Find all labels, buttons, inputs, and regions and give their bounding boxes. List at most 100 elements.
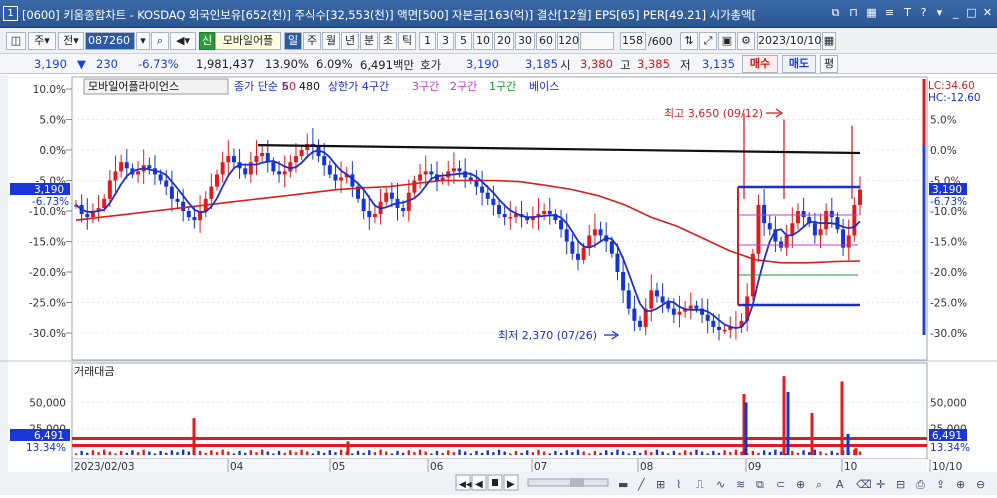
interval-20[interactable]: 20 (494, 32, 514, 50)
vol-cur-left: 6,491 (34, 430, 64, 442)
line-tool-icon[interactable]: ▬ (618, 478, 628, 491)
candlestick-chart[interactable]: 10.0%5.0%0.0%-5.0%-10.0%-15.0%-20.0%-25.… (0, 75, 997, 495)
code-dropdown-icon[interactable]: ▾ (136, 32, 150, 50)
close-icon[interactable]: ✕ (980, 5, 995, 20)
tab-week[interactable]: 주 (303, 32, 321, 50)
scroll-thumb[interactable] (570, 478, 584, 487)
date-input[interactable]: 2023/10/10 (757, 32, 821, 50)
vol-tick-left: 50,000 (29, 397, 66, 409)
interval-120[interactable]: 120 (557, 32, 579, 50)
save-icon[interactable]: ▣ (718, 32, 736, 50)
tab-day[interactable]: 일 (284, 32, 302, 50)
code-input[interactable]: 087260 (85, 32, 135, 50)
next-icon: ▶ (507, 479, 515, 490)
interval-10[interactable]: 10 (473, 32, 493, 50)
tab-month[interactable]: 월 (322, 32, 340, 50)
volume-bar (830, 450, 833, 455)
volume-bar (385, 451, 388, 455)
candle-body (192, 217, 197, 221)
volume-bar (509, 453, 512, 455)
chart-toggle-icon[interactable]: ⤢ (699, 32, 717, 50)
pin-icon[interactable]: ⊓ (846, 5, 861, 20)
panel-icon[interactable]: ◫ (6, 32, 26, 50)
candle-body (226, 156, 231, 163)
restore-icon[interactable]: ⧉ (828, 5, 843, 20)
period-select[interactable]: 전▾ (58, 32, 84, 50)
y-tick-left: 0.0% (39, 145, 66, 157)
zoom-icon[interactable]: ⌕ (816, 478, 822, 491)
volume-bar (435, 450, 439, 455)
eval-button[interactable]: 평 (820, 55, 838, 73)
zoom-in-icon[interactable]: ⊕ (956, 478, 965, 491)
volume-bar (858, 451, 862, 455)
volume-bar (514, 450, 518, 455)
pointer-icon[interactable]: ⊕ (796, 478, 805, 491)
tab-minute[interactable]: 분 (360, 32, 378, 50)
erase-icon[interactable]: ⌫ (856, 478, 872, 491)
fib-tool-icon[interactable]: ⊞ (656, 478, 665, 491)
buy-button[interactable]: 매수 (742, 55, 778, 73)
volume-bar (762, 450, 766, 455)
chart-area[interactable]: 10.0% 5.0% 0.0% -5.0% -10.0% -15.0% -20.0% -25.… (0, 75, 997, 495)
new-badge[interactable]: 신 (199, 32, 215, 50)
volume-bar (819, 451, 822, 455)
compare-icon[interactable]: ⇅ (680, 32, 698, 50)
maximize-icon[interactable]: □ (964, 5, 979, 20)
candle-body (716, 326, 721, 330)
chart-type-icon[interactable]: ⌇ (676, 478, 681, 491)
magnet-icon[interactable]: ⊂ (776, 478, 785, 491)
scroll-track[interactable] (527, 478, 609, 487)
calendar-icon[interactable]: ▦ (822, 32, 836, 50)
dropdown-icon[interactable]: ▾ (932, 5, 947, 20)
candle-body (694, 305, 699, 309)
sell-button[interactable]: 매도 (782, 55, 816, 73)
volume-bar (503, 451, 506, 455)
interval-1[interactable]: 1 (419, 32, 436, 50)
tab-tick[interactable]: 틱 (398, 32, 416, 50)
help-icon[interactable]: ? (916, 5, 931, 20)
speaker-icon[interactable]: ◀▾ (170, 32, 196, 50)
candle-body (609, 241, 614, 254)
candle-body (282, 171, 287, 175)
zoom-out-icon[interactable]: ⊖ (976, 478, 985, 491)
type-select[interactable]: 주▾ (28, 32, 56, 50)
search-icon[interactable]: ⌕ (151, 32, 169, 50)
quote-1: 3,190 (466, 57, 499, 71)
candle-body (858, 189, 862, 205)
volume-bar (204, 452, 207, 455)
volume-bar (458, 449, 461, 455)
indicator-icon[interactable]: ∿ (716, 478, 725, 491)
candle-body (372, 214, 377, 218)
menu-icon[interactable]: ≡ (882, 5, 897, 20)
interval-3[interactable]: 3 (437, 32, 454, 50)
volume-bar (526, 450, 529, 455)
volume-bar (368, 450, 371, 455)
period-icon[interactable]: ⊟ (896, 478, 905, 491)
tab-year[interactable]: 년 (341, 32, 359, 50)
count-input[interactable]: 158 (620, 32, 646, 50)
print-icon[interactable]: ⎙ (916, 478, 925, 491)
crosshair-icon[interactable]: ✛ (876, 478, 885, 491)
candle-tool-icon[interactable]: ⎍ (696, 478, 704, 491)
tab-second[interactable]: 초 (379, 32, 397, 50)
stock-name-field[interactable]: 모바일어플 (215, 32, 281, 50)
text-icon[interactable]: T (900, 5, 915, 20)
volume-bar (779, 451, 783, 455)
share-icon[interactable]: ⇪ (936, 478, 945, 491)
compare-chart-icon[interactable]: ⧉ (756, 478, 764, 491)
candle-body (598, 229, 603, 236)
interval-60[interactable]: 60 (536, 32, 556, 50)
interval-5[interactable]: 5 (455, 32, 472, 50)
price-bar: 3,190 ▼ 230 -6.73% 1,981,437 13.90% 6.09… (0, 54, 997, 74)
wave-icon[interactable]: ≋ (736, 478, 745, 491)
minimize-icon[interactable]: _ (948, 5, 963, 20)
interval-input[interactable] (580, 32, 614, 50)
text-tool-icon[interactable]: A (836, 478, 844, 491)
candle-body (705, 314, 710, 321)
window-number[interactable]: 1 (3, 6, 18, 21)
interval-30[interactable]: 30 (515, 32, 535, 50)
settings-icon[interactable]: ⚙ (737, 32, 755, 50)
grid-icon[interactable]: ▦ (864, 5, 879, 20)
candle-body (384, 192, 389, 202)
volume-bar (198, 450, 202, 455)
